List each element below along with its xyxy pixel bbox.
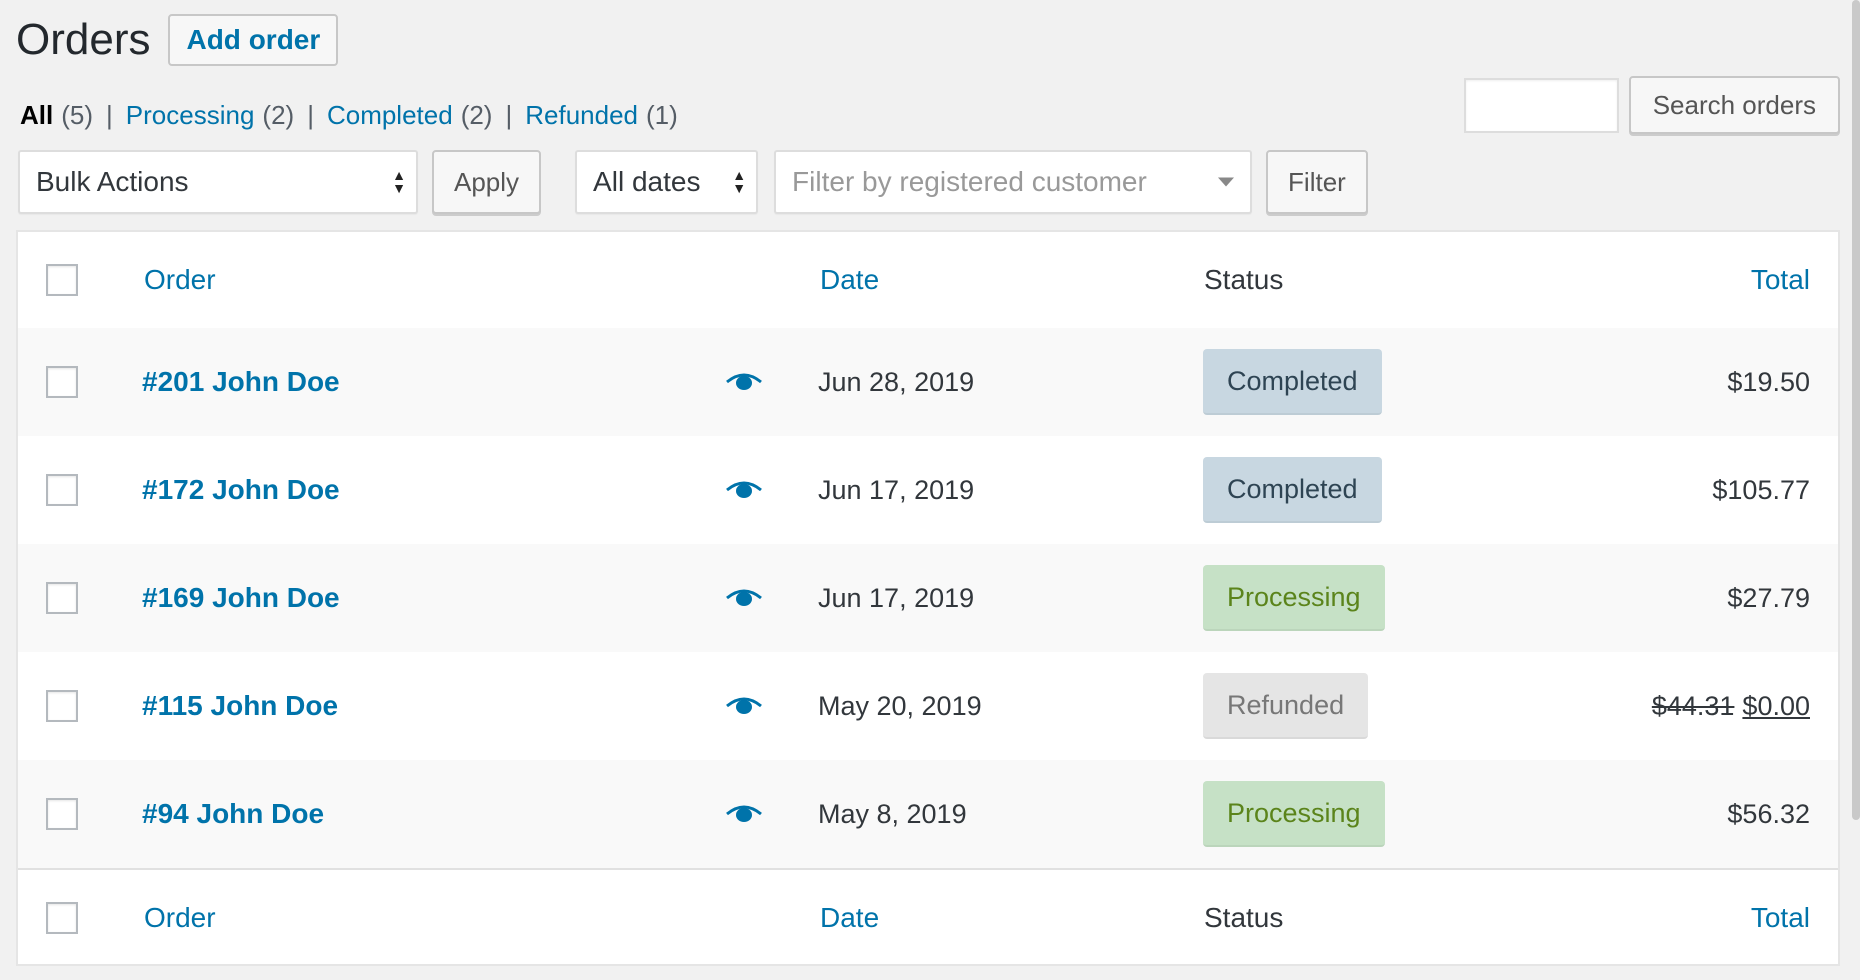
table-row: #172 John Doe Jun 17, 2019 Completed $10… (18, 436, 1838, 544)
filter-separator: | (106, 100, 113, 130)
up-down-arrows-icon: ▲ ▼ (732, 167, 747, 196)
order-total: $56.32 (1727, 799, 1810, 830)
table-navigation: Bulk Actions ▲ ▼ Apply All dates ▲ ▼ Filte… (18, 150, 1368, 214)
filter-separator: | (505, 100, 513, 130)
filter-count-all: (5) (61, 100, 94, 130)
row-checkbox[interactable] (46, 474, 78, 506)
row-checkbox[interactable] (46, 690, 78, 722)
caret-down-icon (1218, 177, 1235, 187)
filter-all: All (5) (20, 100, 93, 131)
filter-completed: Completed (2) (327, 100, 493, 131)
select-all-checkbox[interactable] (46, 902, 78, 934)
filter-count-completed: (2) (460, 100, 493, 130)
order-total: $105.77 (1712, 475, 1810, 506)
order-link[interactable]: #94 John Doe (142, 798, 324, 830)
search-orders-button[interactable]: Search orders (1628, 76, 1840, 134)
order-total-value: $56.32 (1727, 798, 1810, 829)
column-footer-order[interactable]: Order (144, 902, 216, 934)
table-row: #169 John Doe Jun 17, 2019 Processing $2… (18, 544, 1838, 652)
page-scrollbar[interactable] (1852, 0, 1860, 820)
select-all-checkbox[interactable] (46, 264, 78, 296)
filter-refunded: Refunded (1) (525, 100, 678, 131)
order-link[interactable]: #115 John Doe (142, 690, 338, 722)
column-footer-status: Status (1204, 902, 1284, 933)
order-total-value: $105.77 (1712, 474, 1810, 505)
table-row: #94 John Doe May 8, 2019 Processing $56.… (18, 760, 1838, 868)
column-footer-date[interactable]: Date (820, 902, 879, 934)
date-filter-value: All dates (593, 166, 701, 197)
order-total: $27.79 (1727, 583, 1810, 614)
column-header-status: Status (1204, 264, 1284, 295)
filter-separator: | (307, 100, 314, 130)
up-down-arrows-icon: ▲ ▼ (392, 167, 406, 196)
bulk-actions-value: Bulk Actions (36, 166, 189, 197)
status-badge: Refunded (1203, 673, 1369, 739)
column-header-date[interactable]: Date (820, 264, 879, 296)
add-order-button[interactable]: Add order (168, 14, 339, 66)
column-header-total[interactable]: Total (1751, 264, 1810, 296)
order-date: Jun 28, 2019 (818, 366, 975, 397)
orders-table: Order Date Status Total #201 John Doe Ju… (16, 230, 1840, 966)
eye-icon[interactable] (724, 370, 764, 394)
status-badge: Processing (1203, 565, 1385, 631)
page-header: Orders Add order (16, 12, 339, 68)
column-header-order[interactable]: Order (144, 264, 216, 296)
status-badge: Completed (1203, 457, 1382, 523)
eye-icon[interactable] (724, 694, 764, 718)
order-date: May 20, 2019 (818, 690, 982, 721)
order-total: $19.50 (1727, 367, 1810, 398)
filter-link-completed[interactable]: Completed (327, 100, 453, 131)
order-total: $44.31 $0.00 (1652, 691, 1810, 722)
order-total-value: $0.00 (1742, 690, 1810, 721)
table-row: #115 John Doe May 20, 2019 Refunded $44.… (18, 652, 1838, 760)
table-row: #201 John Doe Jun 28, 2019 Completed $19… (18, 328, 1838, 436)
filter-count-refunded: (1) (646, 100, 678, 130)
eye-icon[interactable] (724, 802, 764, 826)
status-filter-links: All (5) | Processing (2) | Completed (2)… (20, 100, 678, 131)
table-header-row: Order Date Status Total (18, 232, 1838, 330)
order-date: Jun 17, 2019 (818, 582, 975, 613)
filter-processing: Processing (2) (126, 100, 294, 131)
filter-link-refunded[interactable]: Refunded (525, 100, 638, 131)
customer-filter-select[interactable]: Filter by registered customer (774, 150, 1253, 214)
search-input[interactable] (1463, 77, 1619, 133)
filter-button[interactable]: Filter (1266, 150, 1368, 214)
page-title: Orders (16, 15, 151, 64)
eye-icon[interactable] (724, 586, 764, 610)
order-date: May 8, 2019 (818, 798, 967, 829)
customer-filter-placeholder: Filter by registered customer (792, 166, 1147, 197)
status-badge: Processing (1203, 781, 1385, 847)
order-link[interactable]: #172 John Doe (142, 474, 340, 506)
original-total: $44.31 (1651, 690, 1735, 721)
status-badge: Completed (1203, 349, 1382, 415)
row-checkbox[interactable] (46, 582, 78, 614)
order-total-value: $27.79 (1727, 582, 1810, 613)
row-checkbox[interactable] (46, 366, 78, 398)
order-link[interactable]: #169 John Doe (142, 582, 340, 614)
order-total-value: $19.50 (1727, 366, 1810, 397)
eye-icon[interactable] (724, 478, 764, 502)
filter-link-processing[interactable]: Processing (126, 100, 255, 131)
bulk-actions-select[interactable]: Bulk Actions ▲ ▼ (18, 150, 418, 214)
filter-link-all[interactable]: All (20, 100, 53, 131)
search-box: Search orders (1463, 76, 1840, 134)
column-footer-total[interactable]: Total (1751, 902, 1810, 934)
order-link[interactable]: #201 John Doe (142, 366, 340, 398)
row-checkbox[interactable] (46, 798, 78, 830)
order-date: Jun 17, 2019 (818, 474, 975, 505)
filter-count-processing: (2) (262, 100, 295, 130)
date-filter-select[interactable]: All dates ▲ ▼ (575, 150, 759, 214)
table-footer-row: Order Date Status Total (18, 868, 1838, 966)
apply-button[interactable]: Apply (432, 150, 542, 214)
